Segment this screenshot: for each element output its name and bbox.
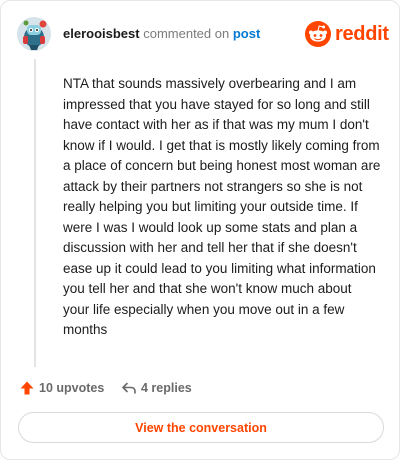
post-link[interactable]: post: [233, 26, 260, 41]
upvote-button[interactable]: 10 upvotes: [19, 378, 104, 398]
reddit-snoo-icon: [305, 21, 331, 47]
upvote-count: 10 upvotes: [39, 381, 105, 395]
thread-line: [34, 59, 36, 367]
view-conversation-label: View the conversation: [135, 420, 267, 435]
username[interactable]: elerooisbest: [63, 26, 140, 41]
byline-verb: commented on: [143, 26, 230, 41]
reply-arrow-icon: [122, 382, 136, 394]
byline: elerooisbest commented on post: [63, 26, 260, 42]
reply-count: 4 replies: [141, 381, 192, 395]
upvote-arrow-icon: [20, 381, 34, 395]
avatar[interactable]: [17, 17, 51, 51]
comment-header: elerooisbest commented on post reddit: [17, 17, 389, 51]
comment-card: elerooisbest commented on post reddit NT…: [0, 0, 400, 460]
comment-actions: 10 upvotes 4 replies: [19, 378, 383, 398]
comment-body: NTA that sounds massively overbearing an…: [63, 76, 381, 337]
replies-button[interactable]: 4 replies: [121, 378, 192, 398]
view-conversation-button[interactable]: View the conversation: [18, 412, 384, 443]
logo-wordmark: reddit: [335, 23, 389, 45]
reddit-logo[interactable]: reddit: [305, 21, 389, 47]
